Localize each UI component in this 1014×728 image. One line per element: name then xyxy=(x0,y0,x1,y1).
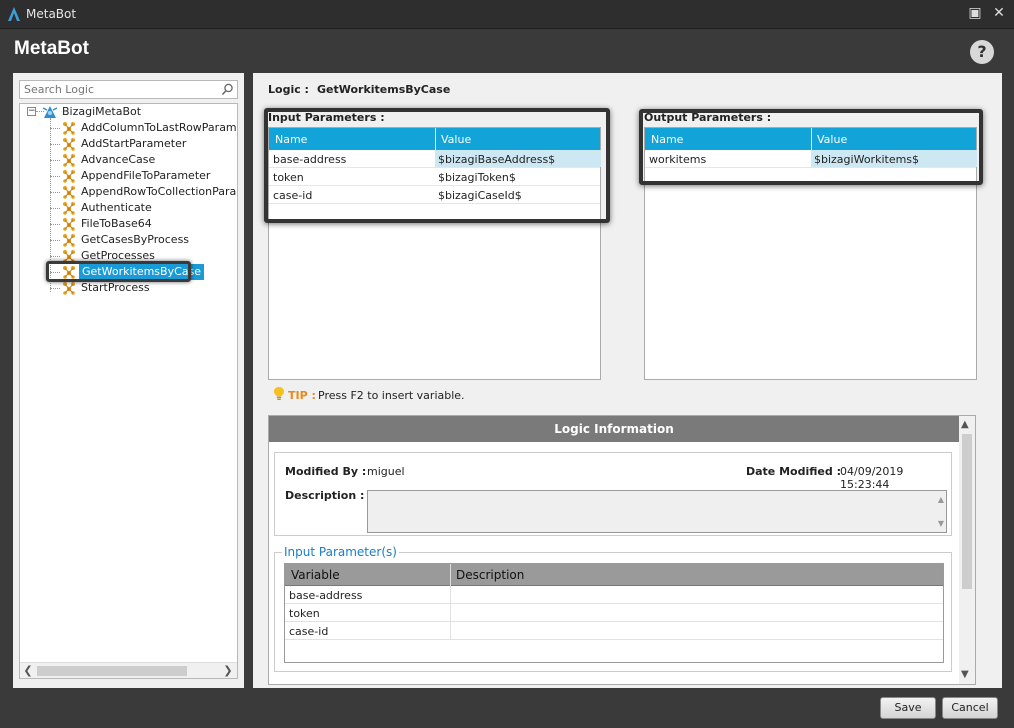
tree-item-label: FileToBase64 xyxy=(81,217,152,230)
output-params-callout xyxy=(639,109,983,185)
save-button[interactable]: Save xyxy=(880,697,936,719)
tree-horizontal-scrollbar[interactable]: ❮ ❯ xyxy=(20,662,237,678)
table-row: token xyxy=(285,604,943,622)
column-variable: Variable xyxy=(291,568,340,582)
logic-node-icon xyxy=(62,185,76,199)
info-vertical-scrollbar[interactable]: ▲ ▼ xyxy=(959,416,975,684)
logic-information-panel: Logic Information Modified By : miguel D… xyxy=(268,415,976,685)
date-modified-label: Date Modified : xyxy=(746,465,841,478)
logic-node-icon xyxy=(62,281,76,295)
tree-item[interactable]: Authenticate xyxy=(20,200,237,216)
tree-item[interactable]: AddStartParameter xyxy=(20,136,237,152)
scroll-down-icon[interactable]: ▼ xyxy=(938,519,944,528)
logic-node-icon xyxy=(62,233,76,247)
scroll-up-icon[interactable]: ▲ xyxy=(938,495,944,504)
logic-heading: Logic : GetWorkitemsByCase xyxy=(268,83,450,96)
tip-label: TIP : xyxy=(288,389,316,402)
search-icon[interactable] xyxy=(221,83,234,96)
selected-item-callout xyxy=(46,261,191,282)
cancel-button[interactable]: Cancel xyxy=(942,697,998,719)
column-description: Description xyxy=(456,568,525,582)
close-icon[interactable]: ✕ xyxy=(990,5,1008,21)
input-parameters-title: Input Parameter(s) xyxy=(282,545,399,559)
scroll-right-icon[interactable]: ❯ xyxy=(221,664,235,677)
description-field[interactable]: ▲ ▼ xyxy=(367,490,947,533)
logic-node-icon xyxy=(62,121,76,135)
tree-item[interactable]: AppendRowToCollectionParameter xyxy=(20,184,237,200)
tree-item-label: AdvanceCase xyxy=(81,153,156,166)
tree-item[interactable]: AdvanceCase xyxy=(20,152,237,168)
tree-item-label: GetCasesByProcess xyxy=(81,233,190,246)
modified-by-label: Modified By : xyxy=(285,465,367,478)
tree-item[interactable]: StartProcess xyxy=(20,280,237,296)
lightbulb-icon xyxy=(274,387,284,400)
table-row: base-address xyxy=(285,586,943,604)
scroll-down-icon[interactable]: ▼ xyxy=(961,669,969,680)
tree-root[interactable]: − BizagiMetaBot xyxy=(20,104,237,120)
date-modified-value: 04/09/2019 15:23:44 xyxy=(840,465,904,491)
tree-item-label: AppendRowToCollectionParameter xyxy=(81,185,237,198)
variable-cell: token xyxy=(289,607,320,620)
input-parameters-section: Variable Description base-address token ca… xyxy=(274,552,952,672)
search-box xyxy=(19,80,238,99)
logic-node-icon xyxy=(62,137,76,151)
input-parameters-table: Variable Description base-address token ca… xyxy=(284,563,944,663)
tree-item[interactable]: AppendFileToParameter xyxy=(20,168,237,184)
scrollbar-thumb[interactable] xyxy=(962,434,972,589)
tree-item-label: Authenticate xyxy=(81,201,152,214)
tree-item-label: AddStartParameter xyxy=(81,137,187,150)
logic-tree-panel: − BizagiMetaBot AddColumnToLastRowParame… xyxy=(13,73,244,688)
metabot-logo-icon xyxy=(8,7,20,21)
maximize-icon[interactable]: ▣ xyxy=(966,5,984,21)
variable-cell: case-id xyxy=(289,625,329,638)
tree-item-label: StartProcess xyxy=(81,281,150,294)
description-label: Description : xyxy=(285,489,365,502)
tip-text: Press F2 to insert variable. xyxy=(318,389,465,402)
tree-item[interactable]: AddColumnToLastRowParameter xyxy=(20,120,237,136)
logic-tree: − BizagiMetaBot AddColumnToLastRowParame… xyxy=(19,103,238,679)
variable-cell: base-address xyxy=(289,589,363,602)
logic-detail-panel: Logic : GetWorkitemsByCase Input Paramete… xyxy=(253,73,1002,688)
search-input[interactable] xyxy=(20,81,215,98)
tree-item-label: AddColumnToLastRowParameter xyxy=(81,121,237,134)
tree-item[interactable]: GetCasesByProcess xyxy=(20,232,237,248)
window-titlebar: MetaBot ▣ ✕ xyxy=(0,0,1014,29)
logic-information-title: Logic Information xyxy=(269,416,959,442)
tree-root-label: BizagiMetaBot xyxy=(62,105,142,118)
logic-node-icon xyxy=(62,169,76,183)
collapse-icon[interactable]: − xyxy=(27,107,36,116)
logic-metadata: Modified By : miguel Date Modified : 04/… xyxy=(274,452,952,536)
input-parameters-header: Variable Description xyxy=(285,564,943,586)
scrollbar-thumb[interactable] xyxy=(37,666,187,676)
table-row: case-id xyxy=(285,622,943,640)
input-params-callout xyxy=(264,108,610,223)
help-icon[interactable]: ? xyxy=(970,40,994,64)
logic-label: Logic : xyxy=(268,83,309,96)
tree-item[interactable]: FileToBase64 xyxy=(20,216,237,232)
page-title: MetaBot xyxy=(14,38,89,59)
logic-node-icon xyxy=(62,153,76,167)
window-title: MetaBot xyxy=(26,7,77,21)
logic-node-icon xyxy=(62,201,76,215)
modified-by-value: miguel xyxy=(367,465,405,478)
tree-item-label: AppendFileToParameter xyxy=(81,169,211,182)
scroll-up-icon[interactable]: ▲ xyxy=(961,419,969,430)
scroll-left-icon[interactable]: ❮ xyxy=(21,664,35,677)
logic-name: GetWorkitemsByCase xyxy=(316,83,451,96)
logic-node-icon xyxy=(62,217,76,231)
